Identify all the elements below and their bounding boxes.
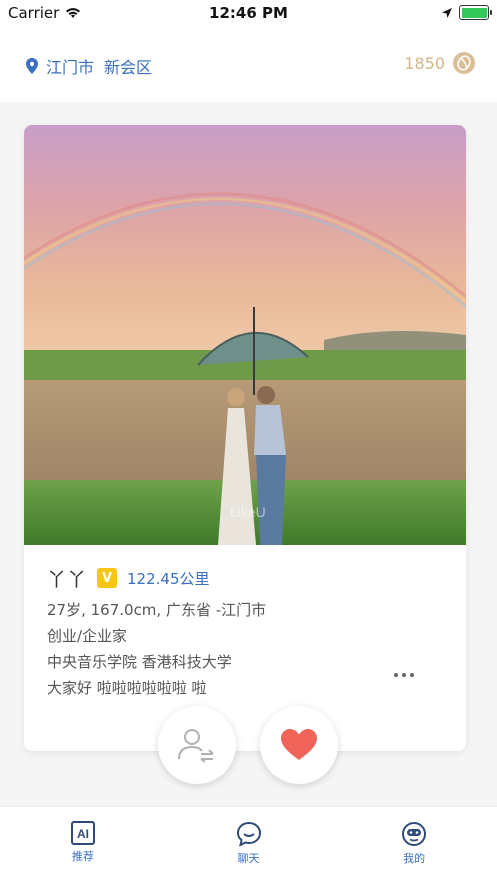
photo-watermark: LikeU	[230, 504, 266, 520]
chat-bubble-icon	[236, 821, 261, 847]
status-time: 12:46 PM	[209, 4, 288, 22]
person-switch-icon	[178, 729, 214, 763]
heart-icon	[281, 729, 317, 760]
svg-text:AI: AI	[77, 827, 89, 841]
vip-badge: V	[97, 568, 118, 588]
coffee-bean-icon	[453, 52, 475, 74]
schools: 中央音乐学院 香港科技大学	[47, 653, 232, 671]
profile-card[interactable]: LikeU 丫丫 V 122.45公里 27岁, 167.0cm, 广东省 -江…	[24, 125, 466, 751]
city-label: 江门市	[46, 58, 95, 77]
profile-name: 丫丫	[47, 568, 88, 591]
skip-button[interactable]	[158, 706, 236, 784]
battery-icon	[459, 5, 492, 20]
ai-recommend-icon: AI	[70, 821, 95, 845]
top-bar: 江门市 新会区 1850	[0, 26, 497, 102]
coin-balance[interactable]: 1850	[404, 52, 475, 74]
profile-info: 丫丫 V 122.45公里 27岁, 167.0cm, 广东省 -江门市 创业/…	[47, 565, 446, 697]
district-label: 新会区	[104, 58, 153, 77]
tab-chat-label: 聊天	[237, 852, 260, 865]
distance-label: 122.45公里	[127, 569, 210, 588]
occupation: 创业/企业家	[47, 627, 128, 645]
tab-mine[interactable]: 我的	[331, 807, 497, 883]
status-bar: Carrier 12:46 PM	[0, 0, 497, 26]
coin-count: 1850	[404, 53, 445, 73]
location-pin-icon	[26, 58, 38, 74]
tab-mine-label: 我的	[403, 852, 426, 865]
basic-info: 27岁, 167.0cm, 广东省 -江门市	[47, 601, 267, 619]
tab-recommend-label: 推荐	[71, 850, 94, 863]
profile-face-icon	[402, 822, 427, 846]
bio: 大家好 啦啦啦啦啦啦 啦	[47, 679, 207, 697]
tab-chat[interactable]: 聊天	[166, 807, 332, 883]
more-options-icon[interactable]	[394, 673, 416, 677]
location-arrow-icon	[442, 7, 452, 18]
profile-photo[interactable]: LikeU	[24, 125, 466, 545]
tab-recommend[interactable]: AI 推荐	[0, 807, 166, 883]
tab-bar: AI 推荐 聊天 我的	[0, 806, 497, 883]
location-selector[interactable]: 江门市 新会区	[26, 54, 152, 78]
like-button[interactable]	[260, 706, 338, 784]
